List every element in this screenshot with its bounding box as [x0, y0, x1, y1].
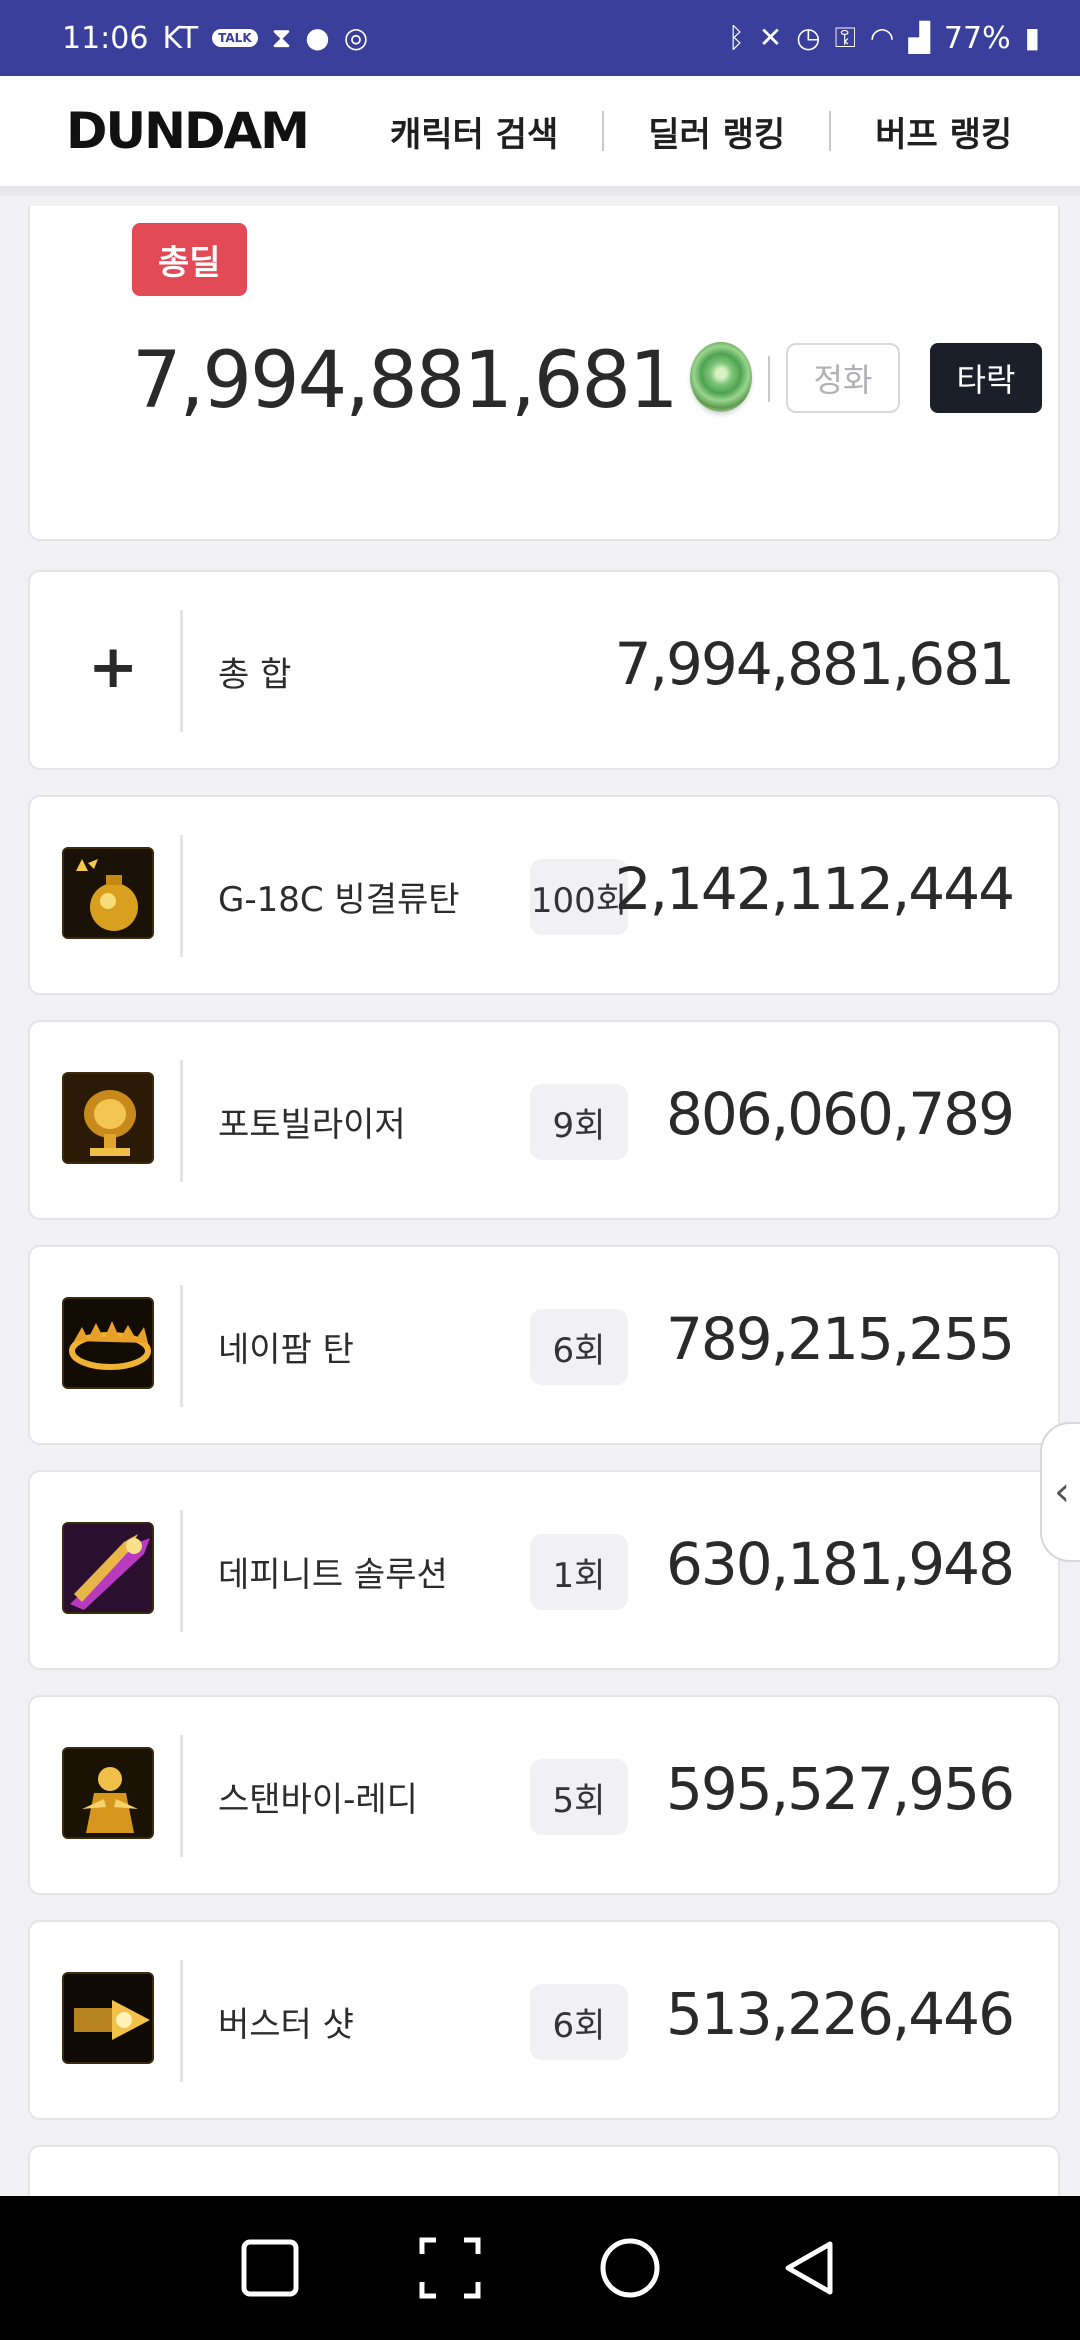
nav-menu: 캐릭터 검색 딜러 랭킹 버프 랭킹 — [346, 107, 1056, 156]
site-logo[interactable]: DUNDAM — [66, 102, 310, 160]
expand-plus-icon[interactable]: + — [88, 632, 138, 702]
chevron-left-icon: ‹ — [1054, 1469, 1070, 1515]
chat-bubble-icon: ● — [305, 21, 330, 54]
system-navigation-bar — [0, 2196, 1080, 2340]
standby-ready-skill-icon — [62, 1747, 154, 1839]
hit-count-badge: 6회 — [530, 1309, 628, 1385]
screenshot-capture-button[interactable] — [415, 2233, 485, 2303]
key-icon: ⚿ — [834, 21, 856, 54]
row-divider — [180, 610, 183, 732]
corrupt-button[interactable]: 타락 — [930, 343, 1042, 413]
mute-icon: ✕ — [758, 21, 783, 54]
skill-name: 스탠바이-레디 — [218, 1780, 418, 1820]
total-row-value: 7,994,881,681 — [614, 630, 1015, 698]
signal-icon: ▟ — [908, 21, 930, 54]
napalm-skill-icon — [62, 1297, 154, 1389]
alarm-icon: ◷ — [796, 21, 821, 54]
divider — [768, 356, 770, 402]
nav-character-search[interactable]: 캐릭터 검색 — [346, 107, 602, 156]
skill-row[interactable]: 스탠바이-레디 5회 595,527,956 — [28, 1695, 1060, 1895]
wifi-icon: ◠ — [869, 21, 895, 54]
skill-damage: 513,226,446 — [666, 1980, 1015, 2048]
skill-name: 포토빌라이저 — [218, 1105, 406, 1145]
skill-name: 데피니트 솔루션 — [218, 1555, 448, 1595]
hit-count-badge: 1회 — [530, 1534, 628, 1610]
nav-dealer-ranking[interactable]: 딜러 랭킹 — [604, 107, 829, 156]
status-right: ᛒ ✕ ◷ ⚿ ◠ ▟ 77% ▮ — [728, 21, 1040, 56]
main-content[interactable]: 총딜 7,994,881,681 정화 타락 + 총 합 7,994,881,6… — [0, 206, 1080, 2196]
row-divider — [180, 1060, 183, 1182]
skill-row[interactable]: 데피니트 솔루션 1회 630,181,948 — [28, 1470, 1060, 1670]
row-divider — [180, 1960, 183, 2082]
bluetooth-icon: ᛒ — [727, 21, 745, 54]
row-divider — [180, 835, 183, 957]
status-left: 11:06 KT TALK ⧗ ● ◎ — [62, 21, 368, 56]
total-damage-value: 7,994,881,681 — [132, 336, 679, 426]
skill-damage: 595,527,956 — [666, 1755, 1015, 1823]
skill-row[interactable]: 네이팜 탄 6회 789,215,255 — [28, 1245, 1060, 1445]
buster-shot-skill-icon — [62, 1972, 154, 2064]
skill-name: 버스터 샷 — [218, 2005, 354, 2045]
side-panel-toggle[interactable]: ‹ — [1040, 1422, 1080, 1562]
photobilizer-skill-icon — [62, 1072, 154, 1164]
status-bar: 11:06 KT TALK ⧗ ● ◎ ᛒ ✕ ◷ ⚿ ◠ ▟ 77% ▮ — [0, 0, 1080, 76]
status-carrier: KT — [162, 20, 199, 56]
hit-count-badge: 5회 — [530, 1759, 628, 1835]
hit-count-badge: 6회 — [530, 1984, 628, 2060]
back-button[interactable] — [775, 2233, 845, 2303]
skill-name: 네이팜 탄 — [218, 1330, 354, 1370]
hit-count-badge: 9회 — [530, 1084, 628, 1160]
skill-row[interactable]: 버스터 샷 6회 513,226,446 — [28, 1920, 1060, 2120]
skill-row-partial[interactable] — [28, 2145, 1060, 2196]
damage-summary-card: 총딜 7,994,881,681 정화 타락 — [28, 206, 1060, 541]
skill-damage: 806,060,789 — [666, 1080, 1015, 1148]
rose-emblem-icon — [690, 342, 752, 412]
skill-damage: 630,181,948 — [666, 1530, 1015, 1598]
nav-buff-ranking[interactable]: 버프 랭킹 — [831, 107, 1056, 156]
home-button[interactable] — [595, 2233, 665, 2303]
battery-percent: 77% — [943, 20, 1011, 56]
skill-damage: 2,142,112,444 — [614, 855, 1015, 923]
hourglass-icon: ⧗ — [271, 21, 292, 54]
status-time: 11:06 — [62, 20, 149, 56]
skill-row[interactable]: 포토빌라이저 9회 806,060,789 — [28, 1020, 1060, 1220]
accessibility-icon: ◎ — [343, 21, 369, 54]
row-divider — [180, 1510, 183, 1632]
grenade-skill-icon — [62, 847, 154, 939]
kakaotalk-icon: TALK — [212, 29, 258, 47]
battery-icon: ▮ — [1024, 21, 1040, 54]
skill-row[interactable]: G-18C 빙결류탄 100회 2,142,112,444 — [28, 795, 1060, 995]
purify-button[interactable]: 정화 — [786, 343, 900, 413]
total-label: 총 합 — [218, 655, 292, 695]
top-navigation: DUNDAM 캐릭터 검색 딜러 랭킹 버프 랭킹 — [0, 76, 1080, 196]
row-divider — [180, 1735, 183, 1857]
row-divider — [180, 1285, 183, 1407]
recent-apps-button[interactable] — [235, 2233, 305, 2303]
skill-name: G-18C 빙결류탄 — [218, 880, 460, 920]
skill-damage: 789,215,255 — [666, 1305, 1015, 1373]
total-row[interactable]: + 총 합 7,994,881,681 — [28, 570, 1060, 770]
hit-count-badge: 100회 — [530, 859, 628, 935]
total-damage-badge: 총딜 — [132, 223, 247, 296]
definite-solution-skill-icon — [62, 1522, 154, 1614]
